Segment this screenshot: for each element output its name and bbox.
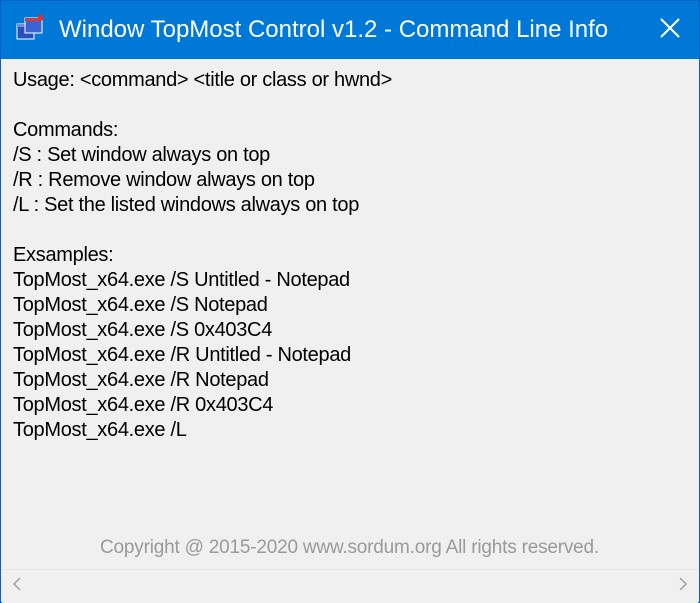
example-line: TopMost_x64.exe /S Notepad [13, 294, 268, 316]
command-line-info-window: Window TopMost Control v1.2 - Command Li… [0, 0, 700, 603]
command-list-line: /L : Set the listed windows always on to… [13, 194, 360, 216]
example-line: TopMost_x64.exe /S 0x403C4 [13, 319, 273, 341]
command-set-line: /S : Set window always on top [13, 144, 270, 166]
chevron-left-icon [12, 577, 22, 596]
example-line: TopMost_x64.exe /R Untitled - Notepad [13, 344, 351, 366]
example-line: TopMost_x64.exe /R Notepad [13, 369, 269, 391]
info-text-area[interactable]: Usage: <command> <title or class or hwnd… [2, 62, 697, 570]
copyright-text: Copyright @ 2015-2020 www.sordum.org All… [100, 537, 599, 558]
example-line: TopMost_x64.exe /S Untitled - Notepad [13, 269, 350, 291]
usage-line: Usage: <command> <title or class or hwnd… [13, 69, 393, 91]
commands-heading: Commands: [13, 119, 119, 141]
example-line: TopMost_x64.exe /R 0x403C4 [13, 394, 274, 416]
scroll-track[interactable] [32, 570, 668, 603]
examples-heading: Exsamples: [13, 244, 114, 266]
horizontal-scrollbar[interactable] [2, 569, 698, 603]
command-remove-line: /R : Remove window always on top [13, 169, 315, 191]
window-title: Window TopMost Control v1.2 - Command Li… [59, 16, 609, 43]
title-bar[interactable]: Window TopMost Control v1.2 - Command Li… [1, 1, 699, 59]
chevron-right-icon [678, 577, 688, 596]
scroll-right-button[interactable] [668, 570, 698, 603]
example-line: TopMost_x64.exe /L [13, 419, 187, 441]
app-windows-icon [16, 15, 46, 45]
scroll-left-button[interactable] [2, 570, 32, 603]
close-icon [659, 17, 681, 44]
close-button[interactable] [641, 1, 699, 59]
